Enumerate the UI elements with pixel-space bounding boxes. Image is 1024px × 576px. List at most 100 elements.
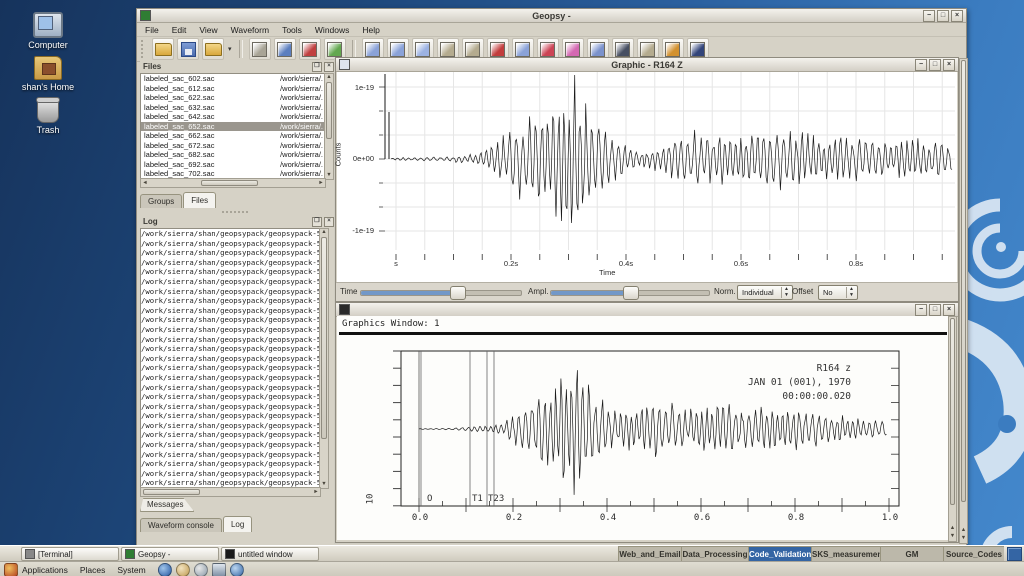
web-browser-icon[interactable]	[158, 563, 172, 576]
graphic-minimize-button[interactable]: −	[915, 59, 927, 71]
sac-vscrollbar[interactable]: ▲▼	[948, 316, 957, 542]
graphic-plot-area: Counts 1e-19 0e+00 -1e-19 s0.2s0.4s0.6s0…	[337, 72, 957, 282]
menu-waveform[interactable]: Waveform	[231, 25, 269, 35]
distro-menu-icon[interactable]	[4, 563, 18, 576]
desktop-icon-label: Computer	[10, 40, 86, 50]
toolbar-button-save[interactable]	[177, 38, 199, 60]
desktop-icon-trash[interactable]: Trash	[10, 99, 86, 135]
new-table-icon	[252, 42, 267, 57]
log-line: /work/sierra/shan/geopsypack/geopsypack-…	[141, 277, 320, 287]
toolbar-dropdown-arrow[interactable]: ▾	[228, 45, 232, 53]
ampl-slider-handle[interactable]	[623, 286, 639, 300]
graphic-maximize-button[interactable]: □	[929, 59, 941, 71]
close-button[interactable]: ×	[951, 10, 963, 22]
desktop-icon-computer[interactable]: Computer	[10, 12, 86, 50]
menu-file[interactable]: File	[145, 25, 159, 35]
file-path: /work/sierra/.	[280, 84, 325, 94]
workspace-tab-data_processing[interactable]: Data_Processing	[681, 546, 748, 562]
toolbar-button-new-graphic[interactable]	[274, 38, 296, 60]
toolbar-button-import[interactable]	[202, 38, 224, 60]
file-row[interactable]: labeled_sac_652.sac/work/sierra/.	[141, 122, 325, 132]
file-row[interactable]: labeled_sac_602.sac/work/sierra/.	[141, 74, 325, 84]
workspace-tab-sks_measurement[interactable]: SKS_measurement	[811, 546, 880, 562]
panel-menu-places[interactable]: Places	[80, 565, 106, 575]
maximize-button[interactable]: □	[937, 10, 949, 22]
files-list[interactable]: labeled_sac_602.sac/work/sierra/.labeled…	[140, 73, 326, 180]
file-row[interactable]: labeled_sac_642.sac/work/sierra/.	[141, 112, 325, 122]
file-name: labeled_sac_632.sac	[141, 103, 280, 113]
panel-menu-applications[interactable]: Applications	[22, 565, 68, 575]
tab-files[interactable]: Files	[183, 192, 216, 208]
taskbar-button-untitled-window[interactable]: untitled window	[221, 547, 319, 561]
time-slider[interactable]	[360, 290, 522, 296]
workspace-tab-web_and_email[interactable]: Web_and_Email	[618, 546, 681, 562]
panel-menu-system[interactable]: System	[117, 565, 145, 575]
offset-label: Offset	[792, 287, 813, 296]
ampl-slider[interactable]	[550, 290, 710, 296]
desktop-icon-shan-s-home[interactable]: shan's Home	[10, 56, 86, 92]
files-dock-header[interactable]: Files ❐ ×	[140, 61, 337, 72]
email-icon[interactable]	[176, 563, 190, 576]
geopsy-titlebar[interactable]: Geopsy - − □ ×	[137, 9, 966, 23]
offset-spin-arrows[interactable]: ▲▼	[846, 287, 856, 298]
mdi-vscrollbar[interactable]: ▲▼	[959, 58, 968, 544]
toolbar-button-new-graphic-active[interactable]	[299, 38, 321, 60]
file-row[interactable]: labeled_sac_692.sac/work/sierra/.	[141, 160, 325, 170]
table-view-icon	[440, 42, 455, 57]
tab-waveform-console[interactable]: Waveform console	[140, 518, 222, 532]
sac-titlebar[interactable]: − □ ×	[336, 303, 958, 317]
sac-maximize-button[interactable]: □	[929, 304, 941, 316]
time-slider-handle[interactable]	[450, 286, 466, 300]
taskbar-button--terminal-[interactable]: [Terminal]	[21, 547, 119, 561]
sac-close-button[interactable]: ×	[943, 304, 955, 316]
menu-windows[interactable]: Windows	[315, 25, 349, 35]
file-row[interactable]: labeled_sac_682.sac/work/sierra/.	[141, 150, 325, 160]
x-axis-title: Time	[599, 268, 615, 277]
menu-help[interactable]: Help	[362, 25, 379, 35]
norm-spin-arrows[interactable]: ▲▼	[781, 287, 791, 298]
toolbar-button-new-table[interactable]	[249, 38, 271, 60]
taskbar-button-geopsy-[interactable]: Geopsy -	[121, 547, 219, 561]
toolbar-button-open[interactable]	[152, 38, 174, 60]
workspace-tab-code_validation[interactable]: Code_Validation	[748, 546, 811, 562]
file-row[interactable]: labeled_sac_662.sac/work/sierra/.	[141, 131, 325, 141]
files-hscrollbar[interactable]: ◄►	[140, 178, 326, 188]
norm-combobox[interactable]: Individual ▲▼	[737, 285, 793, 300]
offset-combobox[interactable]: No ▲▼	[818, 285, 858, 300]
search-icon[interactable]	[194, 563, 208, 576]
laptop-icon[interactable]	[212, 563, 226, 576]
log-float-button[interactable]: ❐	[312, 217, 322, 227]
desktop-icon-label: Trash	[10, 125, 86, 135]
file-row[interactable]: labeled_sac_632.sac/work/sierra/.	[141, 103, 325, 113]
files-close-button[interactable]: ×	[324, 62, 334, 72]
log-list[interactable]: /work/sierra/shan/geopsypack/geopsypack-…	[140, 228, 321, 489]
home-folder-icon	[34, 56, 62, 80]
menu-edit[interactable]: Edit	[172, 25, 187, 35]
workspace-tab-source_codes[interactable]: Source_Codes	[943, 546, 1004, 562]
new-graphic-active-icon	[302, 42, 317, 57]
log-close-button[interactable]: ×	[324, 217, 334, 227]
window-selector-icon[interactable]	[1007, 547, 1022, 561]
graphic-titlebar[interactable]: Graphic - R164 Z − □ ×	[336, 58, 958, 72]
file-row[interactable]: labeled_sac_622.sac/work/sierra/.	[141, 93, 325, 103]
file-row[interactable]: labeled_sac_672.sac/work/sierra/.	[141, 141, 325, 151]
workspace-tab-gm[interactable]: GM	[880, 546, 943, 562]
log-vscrollbar[interactable]: ▲▼	[319, 228, 329, 489]
tab-messages[interactable]: Messages	[140, 498, 194, 512]
minimize-button[interactable]: −	[923, 10, 935, 22]
graphic-controls: Time Ampl. Norm. Individual ▲▼ Offset No…	[336, 282, 958, 301]
file-name: labeled_sac_662.sac	[141, 131, 280, 141]
log-dock-header[interactable]: Log ❐ ×	[140, 216, 337, 227]
log-line: /work/sierra/shan/geopsypack/geopsypack-…	[141, 267, 320, 277]
tab-groups[interactable]: Groups	[140, 194, 182, 208]
tab-log[interactable]: Log	[223, 516, 252, 532]
taskbar-button-label: Geopsy -	[138, 550, 170, 559]
graphic-close-button[interactable]: ×	[943, 59, 955, 71]
menu-view[interactable]: View	[199, 25, 217, 35]
file-row[interactable]: labeled_sac_612.sac/work/sierra/.	[141, 84, 325, 94]
log-hscrollbar[interactable]: ◄►	[140, 487, 321, 497]
files-float-button[interactable]: ❐	[312, 62, 322, 72]
sac-minimize-button[interactable]: −	[915, 304, 927, 316]
menu-tools[interactable]: Tools	[282, 25, 302, 35]
help-icon[interactable]	[230, 563, 244, 576]
